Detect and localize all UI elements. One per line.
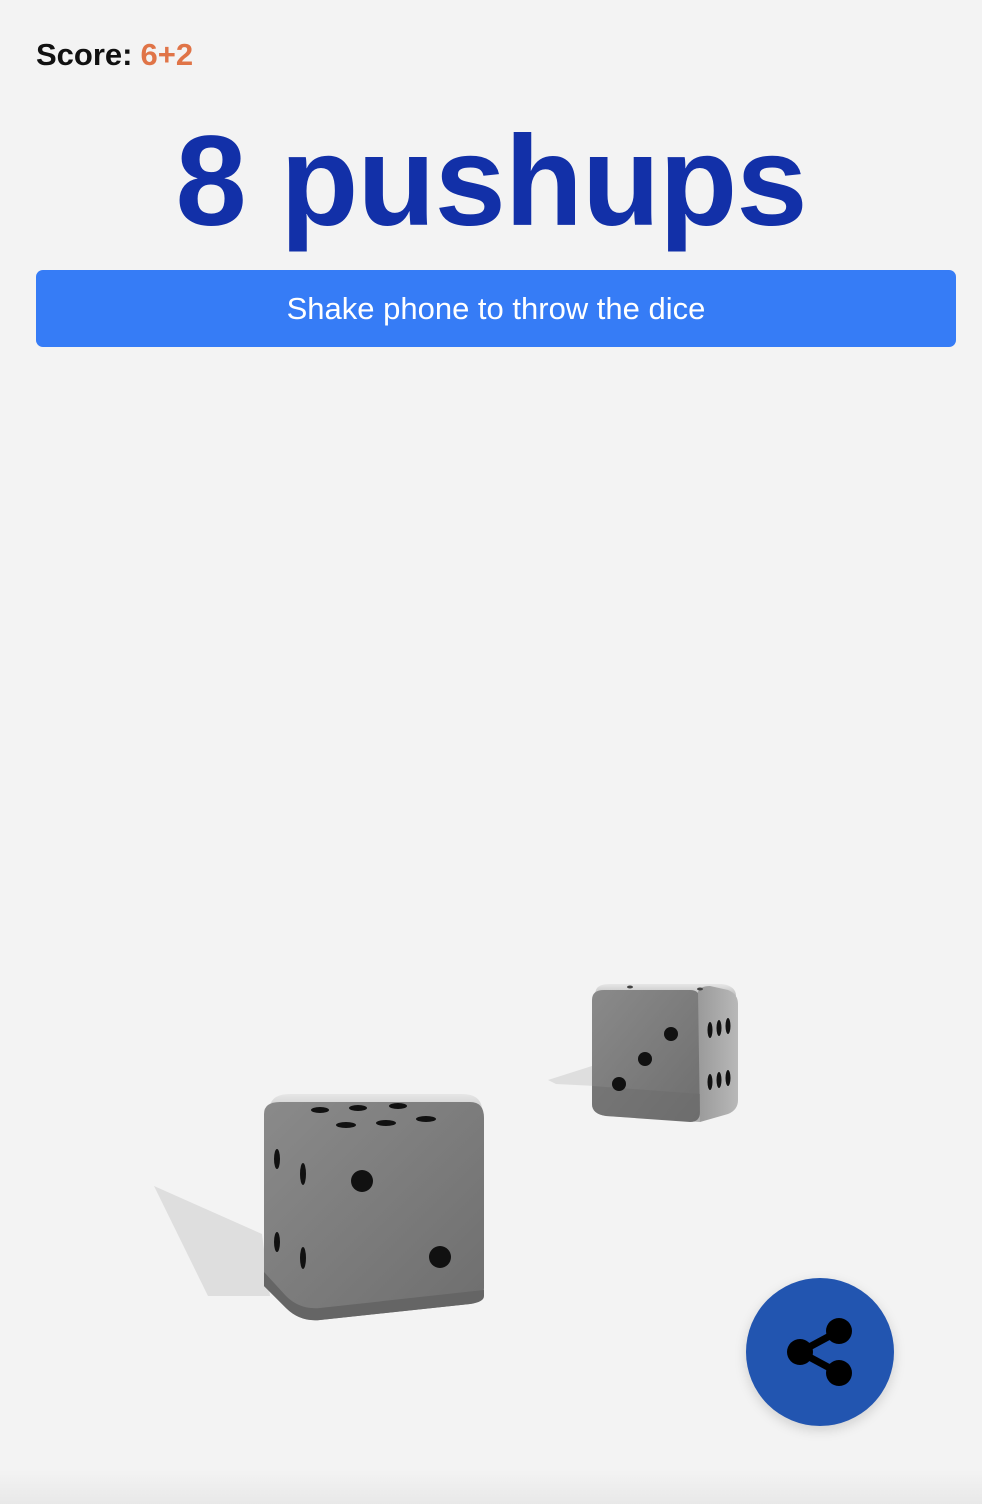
score-value: 6+2	[140, 37, 194, 72]
result-title: 8 pushups	[175, 110, 807, 253]
score-label: Score:	[36, 37, 133, 72]
die-small-right-face	[698, 986, 738, 1122]
die-large	[154, 1094, 484, 1321]
share-button[interactable]	[746, 1278, 894, 1426]
die-small-shadow	[548, 1066, 596, 1086]
dice-app-screen: Score: 6+2 8 pushups Shake phone to throw…	[0, 0, 982, 1504]
die-large-front-face	[264, 1102, 484, 1321]
die-small	[548, 984, 738, 1122]
score-display: Score: 6+2	[36, 36, 193, 74]
share-icon	[787, 1318, 852, 1386]
shake-dice-button[interactable]: Shake phone to throw the dice	[36, 270, 956, 347]
die-large-shadow	[154, 1186, 270, 1296]
bottom-fade	[0, 1470, 982, 1504]
